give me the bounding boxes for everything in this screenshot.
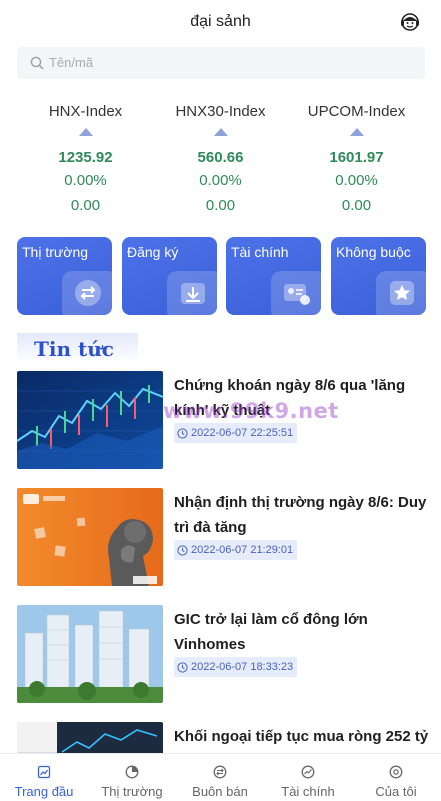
clock-icon bbox=[177, 544, 188, 556]
search-input[interactable]: Tên/mã bbox=[17, 47, 425, 79]
news-time-text: 2022-06-07 21:29:01 bbox=[191, 544, 294, 556]
news-timestamp: 2022-06-07 18:33:23 bbox=[174, 657, 298, 677]
index-name: UPCOM-Index bbox=[307, 103, 406, 120]
index-upcom[interactable]: UPCOM-Index 1601.97 0.00% 0.00 bbox=[283, 100, 430, 216]
tile-label: Tài chính bbox=[231, 244, 289, 260]
tab-label: Buôn bán bbox=[192, 784, 248, 799]
tab-market[interactable]: Thị trường bbox=[88, 754, 176, 801]
tab-label: Thị trường bbox=[101, 784, 163, 799]
news-timestamp: 2022-06-07 22:25:51 bbox=[174, 423, 298, 443]
index-name: HNX30-Index bbox=[175, 103, 266, 120]
up-arrow-icon bbox=[349, 128, 364, 136]
tab-label: Của tôi bbox=[375, 784, 417, 799]
news-item[interactable]: Nhận định thị trường ngày 8/6: Duy trì đ… bbox=[17, 488, 426, 586]
tab-label: Tài chính bbox=[281, 784, 335, 799]
index-change-pct: 0.00% bbox=[335, 172, 378, 189]
page-title: đại sảnh bbox=[190, 13, 251, 30]
news-timestamp: 2022-06-07 21:29:01 bbox=[174, 540, 298, 560]
index-value: 1235.92 bbox=[58, 149, 113, 166]
news-thumbnail bbox=[17, 371, 163, 469]
tile-label: Không buộc bbox=[336, 244, 411, 260]
index-hnx[interactable]: HNX-Index 1235.92 0.00% 0.00 bbox=[12, 100, 159, 216]
news-section-header: Tin tức bbox=[17, 333, 138, 363]
tab-home[interactable]: Trang đầu bbox=[0, 754, 88, 801]
tab-label: Trang đầu bbox=[14, 784, 74, 799]
tile-optional[interactable]: Không buộc bbox=[331, 237, 426, 315]
tab-finance[interactable]: Tài chính bbox=[264, 754, 352, 801]
bottom-tab-bar: Trang đầu Thị trường Buôn bán Tài chính … bbox=[0, 753, 441, 801]
watermark: www.99k9.net bbox=[163, 399, 339, 423]
index-change-pct: 0.00% bbox=[199, 172, 242, 189]
tile-market[interactable]: Thị trường bbox=[17, 237, 112, 315]
search-placeholder: Tên/mã bbox=[49, 55, 94, 70]
trend-icon bbox=[301, 765, 315, 779]
news-headline: GIC trở lại làm cổ đông lớn Vinhomes bbox=[174, 611, 368, 653]
download-box-icon bbox=[181, 283, 205, 304]
app-header: đại sảnh bbox=[0, 0, 441, 44]
news-headline: Nhận định thị trường ngày 8/6: Duy trì đ… bbox=[174, 494, 427, 536]
index-name: HNX-Index bbox=[48, 103, 123, 120]
index-change-pct: 0.00% bbox=[64, 172, 107, 189]
finance-card-icon bbox=[284, 284, 310, 305]
up-arrow-icon bbox=[78, 128, 93, 136]
index-change: 0.00 bbox=[341, 197, 372, 214]
news-section-title: Tin tức bbox=[34, 337, 114, 361]
market-indices: HNX-Index 1235.92 0.00% 0.00 HNX30-Index… bbox=[0, 100, 441, 220]
index-change: 0.00 bbox=[70, 197, 101, 214]
tab-trade[interactable]: Buôn bán bbox=[176, 754, 264, 801]
news-thumbnail bbox=[17, 488, 163, 586]
clock-icon bbox=[177, 661, 188, 673]
news-time-text: 2022-06-07 18:33:23 bbox=[191, 661, 294, 673]
index-hnx30[interactable]: HNX30-Index 560.66 0.00% 0.00 bbox=[147, 100, 294, 216]
customer-service-icon[interactable] bbox=[399, 11, 421, 33]
tile-label: Đăng ký bbox=[127, 244, 179, 260]
news-item[interactable]: GIC trở lại làm cổ đông lớn Vinhomes 202… bbox=[17, 605, 425, 703]
star-icon bbox=[390, 281, 414, 305]
home-icon bbox=[37, 765, 51, 779]
pie-chart-icon bbox=[125, 765, 139, 779]
up-arrow-icon bbox=[213, 128, 228, 136]
index-value: 560.66 bbox=[197, 149, 244, 166]
exchange-icon bbox=[75, 280, 101, 306]
index-change: 0.00 bbox=[205, 197, 236, 214]
trade-icon bbox=[213, 765, 227, 779]
news-thumbnail bbox=[17, 605, 163, 703]
feature-tiles: Thị trường Đăng ký Tài chính Không buộc bbox=[17, 237, 427, 315]
news-time-text: 2022-06-07 22:25:51 bbox=[191, 427, 294, 439]
clock-icon bbox=[177, 427, 188, 439]
tile-register[interactable]: Đăng ký bbox=[122, 237, 217, 315]
tile-label: Thị trường bbox=[22, 244, 89, 260]
tile-finance[interactable]: Tài chính bbox=[226, 237, 321, 315]
tab-profile[interactable]: Của tôi bbox=[352, 754, 440, 801]
search-icon bbox=[30, 56, 44, 70]
user-settings-icon bbox=[389, 765, 403, 779]
index-value: 1601.97 bbox=[329, 149, 384, 166]
